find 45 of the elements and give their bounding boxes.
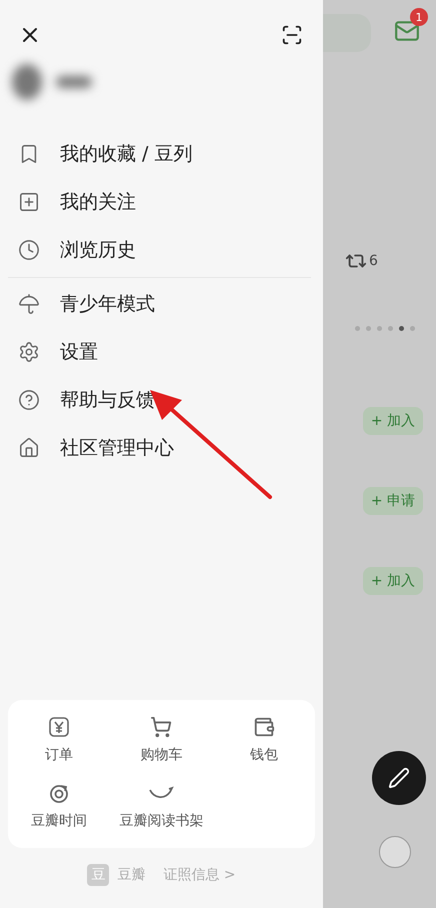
repost-count: 6 — [369, 253, 378, 269]
carousel-dot[interactable] — [388, 326, 393, 331]
ring-icon — [48, 782, 70, 804]
wallet-icon — [252, 716, 275, 738]
menu-item[interactable]: 浏览历史 — [8, 234, 311, 265]
carousel-dot[interactable] — [355, 326, 360, 331]
pen-icon — [388, 767, 410, 789]
yen-icon — [48, 716, 70, 738]
notification-badge: 1 — [410, 8, 428, 26]
user-name[interactable] — [56, 76, 92, 88]
service-label[interactable]: 豆瓣时间 — [31, 812, 88, 830]
brand-name: 豆瓣 — [117, 866, 146, 884]
avatar[interactable] — [12, 64, 42, 100]
service-label[interactable]: 购物车 — [140, 746, 182, 764]
plus-square-icon — [18, 190, 40, 212]
menu-item-label: 帮助与反馈 — [60, 388, 155, 412]
menu-item[interactable]: 我的关注 — [8, 186, 311, 217]
menu-item-label: 浏览历史 — [60, 238, 136, 262]
clock-icon — [18, 238, 40, 260]
compose-button[interactable] — [372, 751, 426, 805]
avatar[interactable] — [379, 836, 411, 868]
house-icon — [18, 436, 40, 458]
carousel-dot[interactable] — [377, 326, 382, 331]
menu-item-label: 社区管理中心 — [60, 436, 174, 460]
umbrella-icon — [18, 292, 40, 314]
scan-icon[interactable] — [281, 24, 303, 46]
carousel-dot[interactable] — [399, 326, 404, 331]
carousel-dot[interactable] — [366, 326, 371, 331]
help-icon — [18, 388, 40, 410]
service-label[interactable]: 豆瓣阅读书架 — [119, 812, 204, 830]
service-label[interactable]: 订单 — [45, 746, 74, 764]
menu-item-label: 我的关注 — [60, 190, 136, 214]
menu-item[interactable]: 青少年模式 — [8, 288, 311, 319]
service-label[interactable]: 钱包 — [250, 746, 278, 764]
carousel-dot[interactable] — [410, 326, 415, 331]
menu-item[interactable]: 帮助与反馈 — [8, 384, 311, 415]
menu-item[interactable]: 我的收藏 / 豆列 — [8, 138, 311, 169]
menu-item-label: 我的收藏 / 豆列 — [60, 142, 192, 166]
search-field[interactable] — [323, 14, 371, 52]
settings-icon — [18, 340, 40, 362]
menu-item-label: 青少年模式 — [60, 292, 155, 316]
menu-item[interactable]: 社区管理中心 — [8, 432, 311, 463]
menu-item[interactable]: 设置 — [8, 336, 311, 367]
cart-icon — [150, 716, 172, 738]
menu-item-label: 设置 — [60, 340, 98, 364]
